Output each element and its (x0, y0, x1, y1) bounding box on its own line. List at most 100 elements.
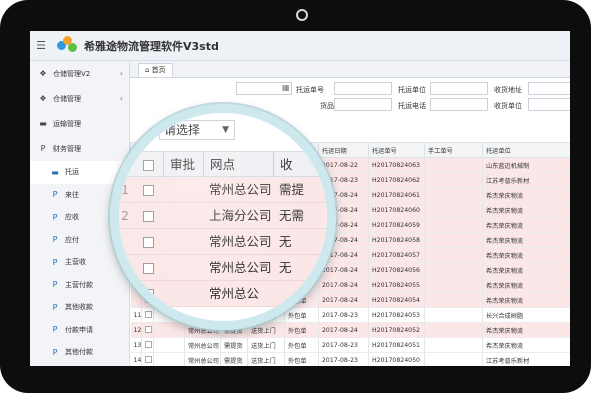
mag-row-checkbox[interactable] (143, 289, 154, 300)
mag-row-checkbox[interactable] (143, 211, 154, 222)
row-checkbox-cell[interactable] (141, 337, 154, 353)
row-checkbox-cell[interactable] (141, 352, 154, 366)
unit-cell: 江苏考普乐新材 (482, 352, 570, 366)
address-input[interactable] (528, 82, 570, 95)
waybill-cell: H20170824062 (368, 172, 425, 188)
cubes-icon: ❖ (39, 94, 47, 103)
phone-input[interactable] (430, 98, 488, 111)
mag-table-row[interactable]: 常州总公司无 (119, 255, 327, 281)
mag-row-checkbox[interactable] (143, 263, 154, 274)
mag-header-approve: 审批 (163, 152, 203, 178)
unit-cell: 希杰荣庆物流 (482, 322, 570, 338)
column-header-8[interactable]: 托运单号 (368, 142, 425, 158)
row-number: 12 (130, 322, 142, 338)
row-number: 14 (130, 352, 142, 366)
paypal-icon: P (52, 235, 58, 245)
waybill-cell: H20170824050 (368, 352, 425, 366)
unit-cell: 希杰荣庆物流 (482, 292, 570, 308)
sidebar-subitem-7[interactable]: P 付款申请 (30, 319, 129, 342)
branch-cell: 常州总公司 (184, 352, 221, 366)
receiver-input[interactable] (528, 98, 570, 111)
unit-input[interactable] (430, 82, 488, 95)
mag-row-checkbox[interactable] (143, 185, 154, 196)
sidebar-subitem-6[interactable]: P 其他收款 (30, 296, 129, 319)
sidebar-subitem-8[interactable]: P 其他付款 (30, 341, 129, 364)
sidebar-item-2[interactable]: ▬ 运输管理 (30, 111, 129, 136)
mag-select-value: 请选择 (164, 123, 201, 137)
mag-row-number: 2 (121, 208, 129, 223)
approve-cell (153, 322, 185, 338)
mag-filter-label: 方式 (119, 122, 145, 137)
sidebar-item-0[interactable]: ❖ 仓储管理V2 ‹ (30, 61, 129, 86)
sidebar-subitem-label: 应收 (65, 213, 79, 222)
magnifier-lens: 方式 请选择 ▼ 审批 网点 收 1 常州总公司 需提 2 上海分公司 无需 常州总公司无常… (110, 104, 336, 330)
table-row[interactable]: 13 常州总公司 需提货 送货上门 外包单 2017-08-23 H20170824051 希… (130, 337, 570, 353)
sidebar-subitem-label: 来往 (65, 190, 79, 199)
paypal-icon: P (52, 190, 58, 200)
row-checkbox[interactable] (145, 356, 152, 364)
mag-branch-cell: 常州总公司 (209, 260, 272, 275)
top-bar: ☰ 希雅途物流管理软件V3std (30, 31, 570, 61)
chevron-left-icon: ‹ (119, 94, 123, 103)
mag-table-row[interactable]: 常州总公司无 (119, 229, 327, 255)
date-cell: 2017-08-23 (318, 337, 369, 353)
row-number: 13 (130, 337, 142, 353)
mag-table-row[interactable]: 2 上海分公司 无需 (119, 203, 327, 229)
mag-row-number (121, 281, 135, 307)
row-checkbox[interactable] (145, 341, 152, 349)
waybill-cell: H20170824052 (368, 322, 425, 338)
manual-no-cell (424, 247, 483, 263)
paypal-icon: P (52, 347, 58, 357)
mag-select[interactable]: 请选择 ▼ (159, 120, 235, 140)
mag-table-row[interactable]: 常州总公 (119, 281, 327, 307)
mag-approve-cell (163, 229, 203, 255)
unit-cell: 希杰荣庆物流 (482, 217, 570, 233)
waybill-label: 托运单号 (296, 86, 324, 94)
mag-receive-cell: 无 (279, 260, 292, 275)
mag-branch-cell: 常州总公 (209, 286, 260, 301)
manual-no-cell (424, 277, 483, 293)
waybill-cell: H20170824061 (368, 187, 425, 203)
waybill-cell: H20170824055 (368, 277, 425, 293)
row-checkbox[interactable] (145, 326, 152, 334)
mag-header-checkbox[interactable] (143, 160, 154, 171)
mag-receive-cell: 无 (279, 234, 292, 249)
truck-icon: ▬ (39, 119, 47, 128)
mag-approve-cell (163, 177, 203, 203)
hamburger-menu-icon[interactable]: ☰ (30, 39, 52, 52)
table-row[interactable]: 14 常州总公司 需提货 送货上门 外包单 2017-08-23 H20170824050 江… (130, 352, 570, 366)
receive-cell: 需提货 (220, 337, 248, 353)
mag-approve-cell (163, 281, 203, 307)
calendar-icon[interactable]: ▦ (282, 83, 290, 92)
mag-receive-cell: 无需 (279, 208, 305, 223)
column-header-9[interactable]: 手工单号 (424, 142, 483, 158)
manual-no-cell (424, 187, 483, 203)
mag-row-number (121, 255, 135, 281)
unit-cell: 希杰荣庆物流 (482, 247, 570, 263)
tab-bar: ⌂ 首页 (130, 61, 570, 78)
sidebar-subitem-4[interactable]: P 主营收 (30, 251, 129, 274)
sidebar-subitem-5[interactable]: P 主营付款 (30, 274, 129, 297)
mag-branch-cell: 上海分公司 (209, 208, 272, 223)
sidebar-item-1[interactable]: ❖ 仓储管理 ‹ (30, 86, 129, 111)
goods-input[interactable] (334, 98, 392, 111)
row-checkbox-cell[interactable] (141, 322, 154, 338)
type-cell: 外包单 (284, 322, 319, 338)
mag-table-row[interactable]: 1 常州总公司 需提 (119, 177, 327, 203)
waybill-input[interactable] (334, 82, 392, 95)
date-cell: 2017-08-24 (318, 322, 369, 338)
column-header-10[interactable]: 托运单位 (482, 142, 570, 158)
sidebar-item-label: 仓储管理V2 (53, 69, 91, 78)
sidebar-subitem-9[interactable]: P内部结算单 (30, 364, 129, 367)
tab-home[interactable]: ⌂ 首页 (138, 63, 173, 77)
sidebar-item-label: 运输管理 (53, 119, 81, 128)
sidebar-subitem-label: 主营付款 (65, 280, 93, 289)
unit-cell: 希杰荣庆物流 (482, 187, 570, 203)
manual-no-cell (424, 217, 483, 233)
unit-cell: 江苏考普乐新材 (482, 172, 570, 188)
sidebar-subitem-0[interactable]: ▬ 托运 (30, 161, 129, 184)
sidebar-item-label: 财务管理 (53, 144, 81, 153)
mag-row-checkbox[interactable] (143, 237, 154, 248)
sidebar-item-3[interactable]: P 财务管理 (30, 136, 129, 161)
unit-cell: 希杰荣庆物流 (482, 232, 570, 248)
